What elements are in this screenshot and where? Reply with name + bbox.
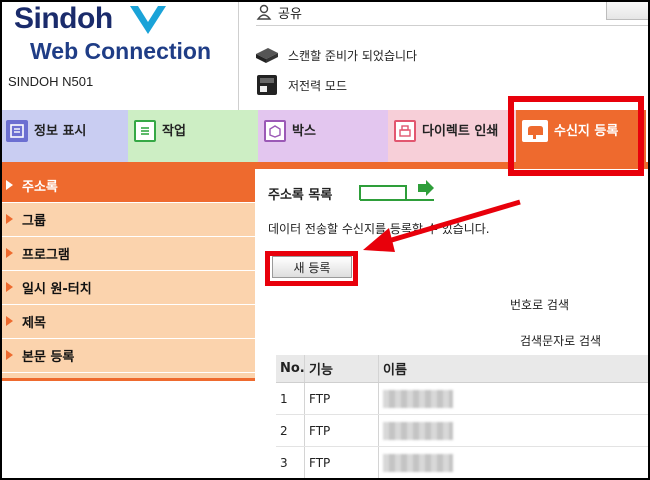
- tab-label: 다이렉트 인쇄: [422, 124, 499, 139]
- arrow-right-icon: [6, 180, 13, 190]
- sidebar-item-label: 일시 원-터치: [22, 282, 92, 297]
- header: Sindoh Web Connection SINDOH N501 공유 스캔할…: [0, 0, 650, 110]
- job-icon: [134, 120, 156, 142]
- status-scan-text: 스캔할 준비가 되었습니다: [288, 48, 418, 63]
- redacted-name: [383, 453, 453, 472]
- page-title: 주소록 목록: [268, 188, 333, 203]
- arrow-right-icon: [6, 214, 13, 224]
- cell-function: FTP: [304, 383, 378, 414]
- tab-label: 정보 표시: [34, 124, 87, 139]
- sidebar-item-label: 프로그램: [22, 248, 70, 263]
- sidebar-item-label: 본문 등록: [22, 350, 75, 365]
- cell-no: 1: [280, 391, 288, 406]
- sidebar-item-label: 그룹: [22, 214, 46, 229]
- col-header-no: No.: [280, 361, 305, 376]
- sidebar-footer: [0, 373, 255, 381]
- box-icon: [264, 120, 286, 142]
- cell-no: 3: [280, 455, 288, 470]
- arrow-right-icon: [6, 282, 13, 292]
- tab-label: 작업: [162, 124, 186, 139]
- cell-name: [378, 383, 650, 414]
- address-table: No. 기능 이름 1 FTP 2 FTP 3 FTP: [276, 355, 650, 479]
- cell-name: [378, 415, 650, 446]
- header-separator: [256, 25, 650, 26]
- sidebar-item-program[interactable]: 프로그램: [0, 237, 255, 271]
- sidebar-item-temp-one-touch[interactable]: 일시 원-터치: [0, 271, 255, 305]
- arrow-right-icon: [6, 248, 13, 258]
- sidebar-item-group[interactable]: 그룹: [0, 203, 255, 237]
- cell-function: FTP: [304, 447, 378, 478]
- logout-button[interactable]: [606, 0, 650, 20]
- device-model: SINDOH N501: [8, 74, 94, 89]
- sidebar-item-body-text[interactable]: 본문 등록: [0, 339, 255, 373]
- tab-direct-print[interactable]: 다이렉트 인쇄: [388, 110, 516, 162]
- tab-info-display[interactable]: 정보 표시: [0, 110, 128, 162]
- arrow-right-icon: [6, 316, 13, 326]
- table-row[interactable]: 1 FTP: [276, 383, 650, 415]
- search-by-string-link[interactable]: 검색문자로 검색: [520, 332, 601, 349]
- arrow-right-icon: [6, 350, 13, 360]
- redacted-name: [383, 389, 453, 408]
- table-row[interactable]: 3 FTP: [276, 447, 650, 479]
- sidebar-item-subject[interactable]: 제목: [0, 305, 255, 339]
- table-row[interactable]: 2 FTP: [276, 415, 650, 447]
- user-icon: [256, 4, 272, 20]
- annotation-arrow-icon: [363, 199, 521, 252]
- highlight-box-button: [265, 251, 358, 286]
- redacted-name: [383, 421, 453, 440]
- product-name: Web Connection: [30, 38, 212, 64]
- sindoh-logo-icon: [130, 6, 166, 34]
- tab-job[interactable]: 작업: [128, 110, 258, 162]
- sidebar: 주소록 그룹 프로그램 일시 원-터치 제목 본문 등록: [0, 169, 255, 381]
- tab-label: 박스: [292, 124, 316, 139]
- direct-print-icon: [394, 120, 416, 142]
- status-power-text: 저전력 모드: [288, 78, 348, 93]
- sidebar-item-label: 제목: [22, 316, 46, 331]
- status-scan-row: 스캔할 준비가 되었습니다: [254, 43, 417, 67]
- printer-icon: [257, 75, 277, 95]
- cell-name: [378, 447, 650, 478]
- tab-box[interactable]: 박스: [258, 110, 388, 162]
- brand-logo-text: Sindoh: [14, 2, 113, 35]
- sidebar-item-address-book[interactable]: 주소록: [0, 169, 255, 203]
- status-power-row: 저전력 모드: [254, 73, 347, 97]
- cell-no: 2: [280, 423, 288, 438]
- col-header-name: 이름: [378, 355, 650, 382]
- col-header-function: 기능: [304, 355, 378, 382]
- table-header: No. 기능 이름: [276, 355, 650, 383]
- header-divider: [238, 0, 239, 110]
- info-icon: [6, 120, 28, 142]
- cell-function: FTP: [304, 415, 378, 446]
- highlight-box-tab: [508, 96, 644, 176]
- user-name: 공유: [278, 6, 302, 22]
- scanner-icon: [256, 48, 278, 63]
- search-by-number-link[interactable]: 번호로 검색: [510, 296, 569, 313]
- user-info: 공유: [256, 2, 302, 22]
- sidebar-item-label: 주소록: [22, 180, 58, 195]
